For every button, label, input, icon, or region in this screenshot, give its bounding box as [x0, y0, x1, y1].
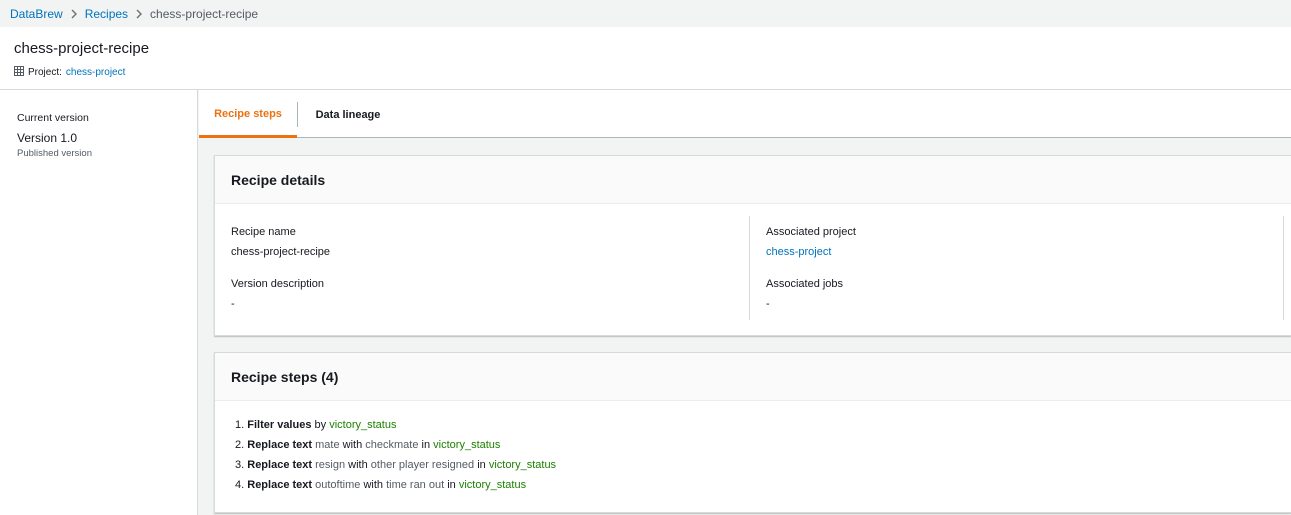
- step-param-from: resign: [315, 459, 346, 471]
- step-param-to: other player resigned: [370, 459, 475, 471]
- step-action: Replace text: [247, 459, 313, 471]
- step-number: 1.: [235, 419, 245, 431]
- chevron-right-icon: [63, 9, 85, 19]
- tab-recipe-steps[interactable]: Recipe steps: [199, 90, 297, 138]
- page-title: chess-project-recipe: [14, 40, 150, 57]
- recipe-step: 2. Replace text mate with checkmate in v…: [235, 437, 556, 457]
- step-action: Replace text: [247, 439, 313, 451]
- breadcrumb-current: chess-project-recipe: [150, 6, 259, 21]
- recipe-steps-title: Recipe steps (4): [215, 353, 1291, 401]
- recipe-name-label: Recipe name: [231, 226, 296, 238]
- recipe-step-list: 1. Filter values by victory_status 2. Re…: [235, 417, 556, 497]
- step-number: 4.: [235, 479, 245, 491]
- recipe-name-value: chess-project-recipe: [231, 246, 331, 258]
- step-column: victory_status: [488, 459, 557, 471]
- main-content: Recipe steps Data lineage Recipe details…: [199, 90, 1291, 515]
- version-sidebar: Current version Version 1.0 Published ve…: [0, 90, 198, 515]
- step-keyword: with: [348, 459, 368, 471]
- step-number: 2.: [235, 439, 245, 451]
- project-line: Project: chess-project: [14, 66, 125, 79]
- version-description-label: Version description: [231, 278, 324, 290]
- step-column: victory_status: [458, 479, 527, 491]
- breadcrumb: DataBrew Recipes chess-project-recipe: [0, 0, 1291, 27]
- associated-project-link[interactable]: chess-project: [766, 246, 856, 258]
- step-param-to: time ran out: [386, 479, 445, 491]
- current-version-value[interactable]: Version 1.0: [17, 131, 77, 145]
- column-divider: [1283, 216, 1284, 320]
- associated-jobs-field: Associated jobs -: [766, 278, 843, 310]
- step-action: Replace text: [247, 479, 313, 491]
- project-label: Project:: [28, 67, 62, 78]
- associated-project-field: Associated project chess-project: [766, 226, 856, 258]
- associated-jobs-label: Associated jobs: [766, 278, 844, 290]
- step-action: Filter values: [247, 419, 312, 431]
- page-header: chess-project-recipe Project: chess-proj…: [0, 27, 1291, 90]
- step-param-from: mate: [315, 439, 340, 451]
- version-description-value: -: [231, 298, 235, 310]
- step-param-from: outoftime: [315, 479, 361, 491]
- breadcrumb-recipes-link[interactable]: Recipes: [85, 7, 128, 21]
- recipe-steps-panel: Recipe steps (4) 1. Filter values by vic…: [214, 352, 1291, 513]
- step-column: victory_status: [329, 419, 397, 431]
- tab-data-lineage[interactable]: Data lineage: [298, 90, 398, 138]
- project-link[interactable]: chess-project: [66, 67, 125, 78]
- recipe-step: 1. Filter values by victory_status: [235, 417, 556, 437]
- associated-project-label: Associated project: [766, 226, 856, 238]
- recipe-step: 3. Replace text resign with other player…: [235, 457, 556, 477]
- version-description-field: Version description -: [231, 278, 324, 310]
- step-number: 3.: [235, 459, 245, 471]
- step-keyword: with: [342, 439, 363, 451]
- step-keyword: in: [447, 479, 456, 491]
- recipe-name-field: Recipe name chess-project-recipe: [231, 226, 330, 258]
- tab-bar: Recipe steps Data lineage: [199, 90, 1291, 138]
- step-keyword: with: [363, 479, 383, 491]
- chevron-right-icon: [128, 9, 150, 19]
- step-column: victory_status: [433, 439, 501, 451]
- associated-jobs-value: -: [766, 298, 770, 310]
- recipe-step: 4. Replace text outoftime with time ran …: [235, 477, 556, 497]
- current-version-label: Current version: [17, 112, 89, 124]
- step-keyword: in: [421, 439, 431, 451]
- recipe-details-title: Recipe details: [215, 156, 1291, 204]
- project-icon: [14, 66, 24, 79]
- column-divider: [749, 216, 750, 320]
- recipe-details-panel: Recipe details Recipe name chess-project…: [214, 155, 1291, 336]
- breadcrumb-databrew-link[interactable]: DataBrew: [10, 7, 63, 21]
- step-keyword: in: [477, 459, 486, 471]
- version-status: Published version: [17, 148, 92, 159]
- step-param-to: checkmate: [365, 439, 419, 451]
- step-keyword: by: [314, 419, 327, 431]
